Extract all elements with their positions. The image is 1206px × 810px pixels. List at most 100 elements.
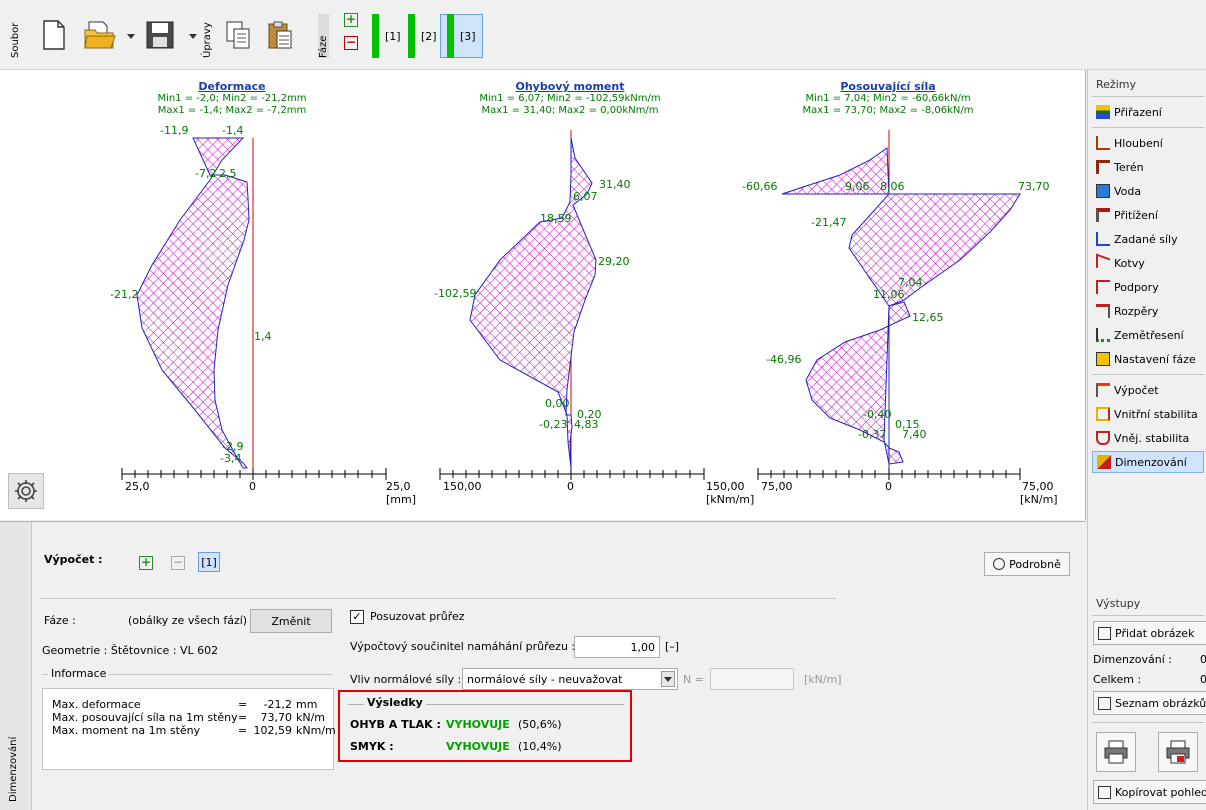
mode-phase-settings[interactable]: Nastavení fáze	[1092, 348, 1204, 370]
mode-water[interactable]: Voda	[1092, 180, 1204, 202]
settings-button[interactable]	[8, 473, 44, 509]
check-section-checkbox[interactable]: ✓	[350, 610, 364, 624]
mode-label: Dimenzování	[1115, 455, 1187, 469]
deformation-value-label: -3,4	[220, 452, 242, 465]
mode-internal-stability[interactable]: Vnitřní stabilita	[1092, 403, 1204, 425]
excavation-icon	[1096, 136, 1110, 150]
save-file-button[interactable]	[140, 18, 180, 52]
phase-button-1[interactable]: [1]	[366, 14, 407, 58]
mode-forces[interactable]: Zadané síly	[1092, 228, 1204, 250]
change-button[interactable]: Změnit	[250, 609, 332, 633]
paste-button[interactable]	[264, 18, 296, 52]
bending-utilization: (50,6%)	[518, 718, 562, 731]
moment-value-label: 4,83	[574, 418, 599, 431]
mode-analysis[interactable]: Výpočet	[1092, 379, 1204, 401]
print-button[interactable]	[1096, 732, 1136, 772]
deformation-value-label: -21,2	[110, 288, 139, 301]
phase-indicator-bar	[447, 14, 454, 58]
save-disk-icon	[146, 21, 174, 49]
earthquake-icon	[1096, 328, 1110, 342]
add-picture-button[interactable]: Přidat obrázek	[1093, 621, 1206, 645]
copy-button[interactable]	[222, 18, 254, 52]
deformation-value-label: 1,4	[254, 330, 272, 343]
design-frame: Dimenzování Výpočet : + − [1] Podrobně F…	[0, 521, 1086, 810]
chevron-down-icon	[661, 671, 675, 687]
add-analysis-button[interactable]: +	[139, 556, 153, 570]
shear-axis-unit: [kN/m]	[1020, 493, 1058, 506]
separator	[1092, 374, 1204, 375]
shear-value-label: 8,06	[880, 180, 905, 193]
deformation-line1: Min1 = -2,0; Min2 = -21,2mm	[157, 93, 307, 104]
analysis-item-1[interactable]: [1]	[198, 552, 220, 572]
deformation-value-label: -7,2	[195, 167, 217, 180]
shear-value-label: 73,70	[1018, 180, 1050, 193]
normal-force-select[interactable]: normálové síly - neuvažovat	[462, 668, 678, 690]
mode-props[interactable]: Rozpěry	[1092, 300, 1204, 322]
mode-label: Nastavení fáze	[1114, 352, 1196, 366]
moment-axis-max: 150,00	[706, 480, 745, 493]
bending-label: OHYB A TLAK :	[350, 718, 441, 731]
phase-indicator-bar	[372, 14, 379, 58]
deformation-axis-max: 25,0	[386, 480, 411, 493]
moment-value-label: 29,20	[598, 255, 630, 268]
list-pictures-icon	[1098, 696, 1111, 710]
shear-utilization: (10,4%)	[518, 740, 562, 753]
shear-line1: Min1 = 7,04; Min2 = -60,66kN/m	[805, 93, 971, 104]
n-unit: [kN/m]	[804, 673, 842, 686]
forces-icon	[1096, 232, 1110, 246]
print-pdf-button[interactable]	[1158, 732, 1198, 772]
deformation-title: Deformace	[198, 80, 266, 93]
geometry-info: Geometrie : Štětovnice : VL 602	[42, 644, 219, 657]
save-dropdown-icon[interactable]	[189, 34, 197, 39]
copy-view-button[interactable]: Kopírovat pohled	[1093, 780, 1206, 804]
stress-factor-unit: [–]	[665, 640, 680, 653]
toolbar-group-faze-label: Fáze	[318, 14, 329, 58]
new-file-button[interactable]	[38, 18, 70, 52]
mode-excavation[interactable]: Hloubení	[1092, 132, 1204, 154]
mode-design[interactable]: Dimenzování	[1092, 451, 1204, 473]
phase-indicator-bar	[408, 14, 415, 58]
assign-icon	[1096, 105, 1110, 119]
outputs-design-label: Dimenzování :	[1093, 653, 1172, 666]
info-row-unit: mm	[296, 698, 318, 711]
moment-value-label: -102,59	[434, 287, 477, 300]
moment-title: Ohybový moment	[515, 80, 625, 93]
open-dropdown-icon[interactable]	[127, 34, 135, 39]
mode-anchors[interactable]: Kotvy	[1092, 252, 1204, 274]
mode-supports[interactable]: Podpory	[1092, 276, 1204, 298]
mode-terrain[interactable]: Terén	[1092, 156, 1204, 178]
toolbar-group-upravy-label: Úpravy	[202, 22, 213, 58]
open-file-button[interactable]	[80, 18, 120, 52]
normal-force-label: Vliv normálové síly :	[350, 673, 462, 686]
add-phase-button[interactable]: +	[344, 13, 358, 27]
mode-label: Rozpěry	[1114, 304, 1159, 318]
mode-earthquake[interactable]: Zemětřesení	[1092, 324, 1204, 346]
new-file-icon	[43, 20, 65, 50]
stress-factor-input[interactable]: 1,00	[574, 636, 660, 658]
mode-assign[interactable]: Přiřazení	[1092, 101, 1204, 123]
copy-icon	[226, 21, 250, 49]
mode-label: Přiřazení	[1114, 105, 1162, 119]
details-button[interactable]: Podrobně	[984, 552, 1070, 576]
shear-label: SMYK :	[350, 740, 394, 753]
info-row-eq: =	[238, 711, 248, 724]
info-row-shear: Max. posouvající síla na 1m stěny = 73,7…	[52, 711, 336, 724]
phase-button-2[interactable]: [2]	[402, 14, 443, 58]
anchors-icon	[1096, 253, 1110, 273]
remove-phase-button[interactable]: −	[344, 36, 358, 50]
info-row-unit: kN/m	[296, 711, 326, 724]
info-group-title: Informace	[48, 667, 110, 680]
list-pictures-button[interactable]: Seznam obrázků	[1093, 691, 1206, 715]
internal-stability-icon	[1096, 407, 1110, 421]
stress-factor-label: Výpočtový součinitel namáhání průřezu :	[350, 640, 576, 653]
water-icon	[1096, 184, 1110, 198]
mode-surcharge[interactable]: Přitížení	[1092, 204, 1204, 226]
n-label: N =	[683, 673, 704, 686]
deformation-value-label: -11,9	[160, 124, 189, 137]
remove-analysis-button: −	[171, 555, 185, 570]
deformation-axis	[121, 468, 387, 480]
shear-value-label: -60,66	[742, 180, 778, 193]
mode-label: Podpory	[1114, 280, 1159, 294]
mode-external-stability[interactable]: Vněj. stabilita	[1092, 427, 1204, 449]
phase-button-3[interactable]: [3]	[440, 14, 483, 58]
